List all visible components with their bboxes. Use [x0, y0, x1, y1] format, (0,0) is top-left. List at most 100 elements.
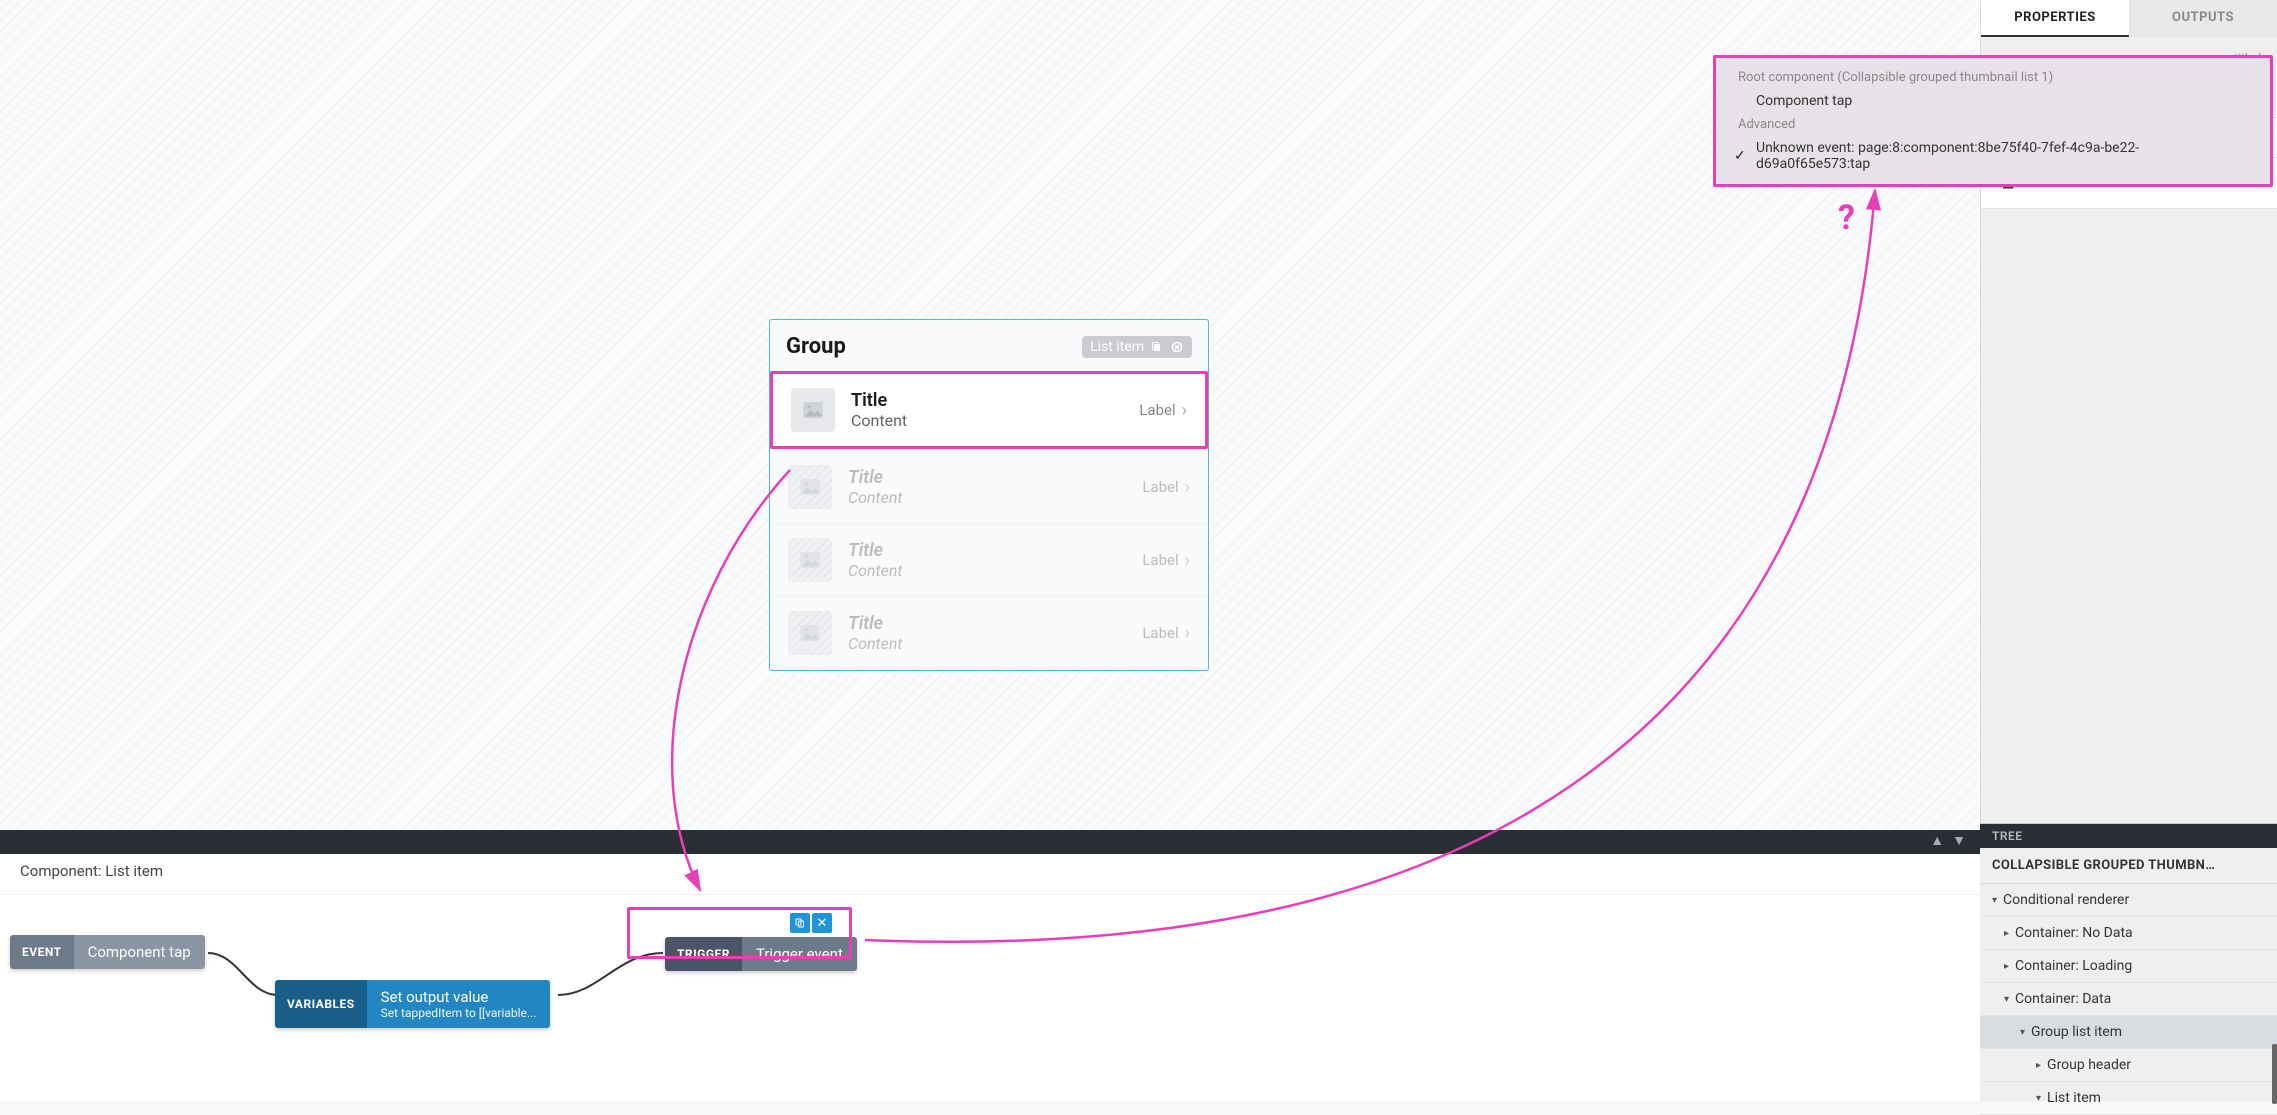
list-item-title: Title: [848, 613, 1126, 634]
list-item-content: Content: [848, 634, 1126, 653]
tree-item-label: Container: Data: [2015, 991, 2111, 1007]
tree-item-label: Container: No Data: [2015, 925, 2133, 941]
list-item-label-group: Label ›: [1142, 477, 1190, 498]
flow-canvas[interactable]: EVENT Component tap VARIABLES Set output…: [0, 895, 1980, 1095]
tree-item-label: List item: [2047, 1090, 2101, 1106]
list-item-title: Title: [851, 390, 1123, 411]
node-body: Trigger event: [742, 937, 857, 971]
thumbnail-icon: [788, 465, 832, 509]
list-item-label-group: Label ›: [1142, 550, 1190, 571]
tree-item-label: Group list item: [2031, 1024, 2122, 1040]
badge-label: List item: [1090, 339, 1144, 355]
thumbnail-icon: [788, 538, 832, 582]
trigger-node-actions: ✕: [790, 913, 832, 933]
list-item-active[interactable]: Title Content Label ›: [770, 371, 1208, 449]
design-canvas[interactable]: Group List item Title Content Label: [0, 0, 1980, 830]
dropdown-item-unknown-event[interactable]: ✓ Unknown event: page:8:component:8be75f…: [1716, 136, 2270, 176]
list-item-content: Content: [848, 561, 1126, 580]
tree-item-group-list-item[interactable]: ▾ Group list item: [1980, 1016, 2277, 1049]
chevron-right-icon: ›: [1182, 400, 1187, 421]
group-header: Group List item: [770, 320, 1208, 371]
copy-icon[interactable]: [1150, 340, 1164, 354]
annotation-question-mark: ?: [1838, 198, 1855, 238]
chevron-right-icon[interactable]: ▸: [2036, 1060, 2041, 1071]
group-card[interactable]: Group List item Title Content Label: [769, 319, 1209, 671]
chevron-right-icon[interactable]: ▸: [2004, 928, 2009, 939]
flow-toolbar: ▲ ▼: [0, 830, 1980, 854]
list-item-label: Label: [1142, 551, 1178, 569]
dropdown-group-label: Advanced: [1716, 113, 2270, 136]
trigger-label: Trigger event: [756, 945, 843, 963]
chevron-down-icon[interactable]: ▾: [2020, 1027, 2025, 1038]
list-item-label-group: Label ›: [1139, 400, 1187, 421]
check-icon: ✓: [1734, 148, 1746, 164]
variables-sublabel: Set tappedItem to [[variable...: [381, 1006, 537, 1020]
tree-item-label: Container: Loading: [2015, 958, 2132, 974]
list-item-label-group: Label ›: [1142, 623, 1190, 644]
event-node-component-tap[interactable]: EVENT Component tap: [10, 935, 205, 969]
chevron-down-icon[interactable]: ▾: [2004, 994, 2009, 1005]
tree-list: ▾ Conditional renderer ▸ Container: No D…: [1980, 884, 2277, 1115]
dropdown-item-label: Unknown event: page:8:component:8be75f40…: [1756, 140, 2248, 172]
close-icon[interactable]: ✕: [812, 913, 832, 933]
list-item-ghost[interactable]: Title Content Label ›: [770, 524, 1208, 597]
list-item-title: Title: [848, 540, 1126, 561]
duplicate-icon[interactable]: [790, 913, 810, 933]
list-item-label: Label: [1142, 478, 1178, 496]
close-icon[interactable]: [1170, 340, 1184, 354]
node-tag-variables: VARIABLES: [275, 980, 367, 1028]
thumbnail-icon: [791, 388, 835, 432]
tab-outputs[interactable]: OUTPUTS: [2129, 0, 2277, 37]
list-item-label: Label: [1139, 401, 1175, 419]
tree-item-container-nodata[interactable]: ▸ Container: No Data: [1980, 917, 2277, 950]
chevron-down-icon[interactable]: ▾: [1992, 895, 1997, 906]
list-item-ghost[interactable]: Title Content Label ›: [770, 597, 1208, 670]
tree-item-conditional-renderer[interactable]: ▾ Conditional renderer: [1980, 884, 2277, 917]
list-item-text: Title Content: [848, 540, 1126, 580]
inspector-tabs: PROPERTIES OUTPUTS: [1981, 0, 2277, 37]
node-tag-trigger: TRIGGER: [665, 937, 742, 971]
tree-root-title[interactable]: COLLAPSIBLE GROUPED THUMBN…: [1980, 848, 2277, 884]
list-item-badge[interactable]: List item: [1082, 336, 1192, 358]
scrollbar-thumb[interactable]: [2272, 1044, 2277, 1104]
chevron-down-icon[interactable]: ▼: [1952, 832, 1966, 849]
tree-panel-header: TREE: [1980, 824, 2277, 848]
node-body: Set output value Set tappedItem to [[var…: [367, 980, 551, 1028]
list-item-text: Title Content: [848, 467, 1126, 507]
list-item-title: Title: [848, 467, 1126, 488]
list-item-label: Label: [1142, 624, 1178, 642]
dropdown-item-label: Component tap: [1756, 93, 1852, 109]
chevron-right-icon: ›: [1185, 550, 1190, 571]
panel-toggle-arrows[interactable]: ▲ ▼: [1930, 832, 1966, 849]
node-body: Component tap: [74, 935, 205, 969]
event-dropdown[interactable]: Root component (Collapsible grouped thum…: [1713, 55, 2273, 187]
logic-flow-panel[interactable]: Component: List item EVENT Component tap…: [0, 854, 1980, 1101]
chevron-right-icon: ›: [1185, 477, 1190, 498]
flow-header: Component: List item: [0, 854, 1980, 895]
variables-label: Set output value: [381, 988, 537, 1006]
tab-properties[interactable]: PROPERTIES: [1981, 0, 2129, 37]
tree-panel: TREE COLLAPSIBLE GROUPED THUMBN… ▾ Condi…: [1980, 823, 2277, 1101]
tree-item-container-loading[interactable]: ▸ Container: Loading: [1980, 950, 2277, 983]
trigger-node[interactable]: TRIGGER Trigger event: [665, 937, 857, 971]
chevron-right-icon[interactable]: ▸: [2004, 961, 2009, 972]
list-item-content: Content: [851, 411, 1123, 430]
dropdown-item-component-tap[interactable]: ✓ Component tap: [1716, 89, 2270, 113]
thumbnail-icon: [788, 611, 832, 655]
tree-item-group-header[interactable]: ▸ Group header: [1980, 1049, 2277, 1082]
list-item-ghost[interactable]: Title Content Label ›: [770, 451, 1208, 524]
chevron-down-icon[interactable]: ▾: [2036, 1093, 2041, 1104]
event-label: Component tap: [88, 943, 191, 961]
tree-item-label: Conditional renderer: [2003, 892, 2129, 908]
group-title: Group: [786, 334, 846, 359]
node-tag-event: EVENT: [10, 935, 74, 969]
tree-item-label: Group header: [2047, 1057, 2131, 1073]
tree-item-container-data[interactable]: ▾ Container: Data: [1980, 983, 2277, 1016]
list-item-text: Title Content: [851, 390, 1123, 430]
tree-item-list-item[interactable]: ▾ List item: [1980, 1082, 2277, 1115]
variables-node-set-output[interactable]: VARIABLES Set output value Set tappedIte…: [275, 980, 550, 1028]
list-item-content: Content: [848, 488, 1126, 507]
chevron-up-icon[interactable]: ▲: [1930, 832, 1944, 849]
dropdown-group-label: Root component (Collapsible grouped thum…: [1716, 66, 2270, 89]
list-item-text: Title Content: [848, 613, 1126, 653]
